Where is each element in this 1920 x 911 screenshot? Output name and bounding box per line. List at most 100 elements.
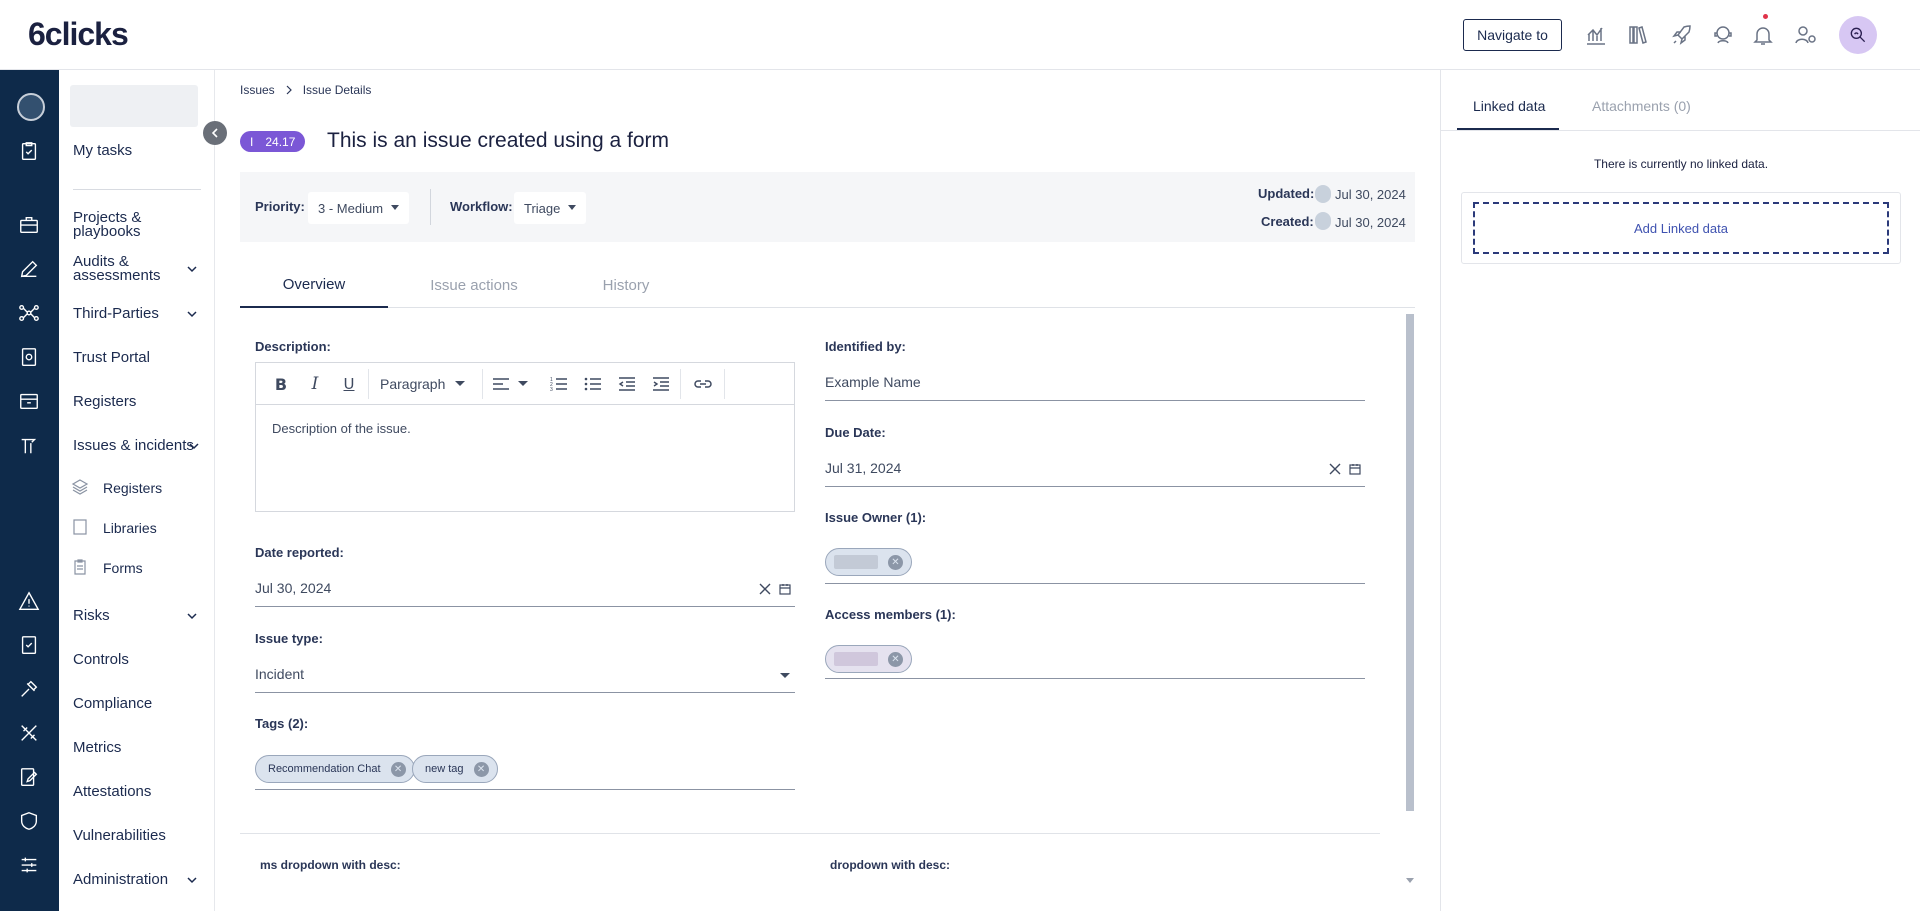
- sidebar-item-audits[interactable]: Audits & assessments: [73, 254, 161, 283]
- sidebar-item-registers[interactable]: Registers: [73, 394, 136, 409]
- attestations-icon[interactable]: [14, 762, 44, 792]
- sidebar-item-controls[interactable]: Controls: [73, 652, 129, 667]
- sidebar-item-my-tasks[interactable]: My tasks: [73, 143, 132, 158]
- tab-overview[interactable]: Overview: [240, 262, 388, 308]
- sidebar-subitem-libraries[interactable]: Libraries: [103, 520, 157, 536]
- align-select[interactable]: [492, 373, 528, 395]
- issue-type-select[interactable]: Incident: [255, 666, 795, 693]
- remove-member-icon[interactable]: ✕: [888, 651, 903, 667]
- sidebar-item-risks[interactable]: Risks: [73, 608, 110, 623]
- edit-icon[interactable]: [14, 254, 44, 284]
- due-date-value: Jul 31, 2024: [825, 460, 902, 476]
- tasks-icon[interactable]: [14, 136, 44, 166]
- briefcase-icon[interactable]: [14, 210, 44, 240]
- description-editor[interactable]: B I U Paragraph 123 Description of the i…: [255, 362, 795, 512]
- chevron-down-icon[interactable]: [185, 873, 199, 887]
- date-reported-value: Jul 30, 2024: [255, 580, 332, 596]
- sidebar-subitem-registers[interactable]: Registers: [103, 480, 162, 496]
- bold-icon[interactable]: B: [270, 373, 292, 395]
- ms-dropdown-label: ms dropdown with desc:: [260, 858, 401, 872]
- analytics-icon[interactable]: [1583, 22, 1609, 48]
- sidebar-item-compliance[interactable]: Compliance: [73, 696, 152, 711]
- link-icon[interactable]: [692, 373, 714, 395]
- collapse-sidebar-button[interactable]: [203, 121, 227, 145]
- issue-badge-letter: I: [250, 134, 254, 149]
- app-logo[interactable]: 6clicks: [28, 16, 129, 53]
- italic-icon[interactable]: I: [304, 373, 326, 395]
- linked-data-panel: Linked data Attachments (0) There is cur…: [1440, 70, 1920, 911]
- chevron-down-icon[interactable]: [187, 439, 201, 453]
- calendar-icon[interactable]: [1349, 463, 1361, 475]
- identified-by-field[interactable]: Example Name: [825, 374, 1365, 401]
- ordered-list-icon[interactable]: 123: [548, 373, 570, 395]
- description-text[interactable]: Description of the issue.: [272, 421, 411, 436]
- administration-icon[interactable]: [14, 850, 44, 880]
- sidebar-item-metrics[interactable]: Metrics: [73, 740, 121, 755]
- remove-tag-icon[interactable]: ✕: [390, 761, 406, 777]
- tab-attachments[interactable]: Attachments (0): [1592, 98, 1691, 114]
- content-scrollbar[interactable]: [1406, 314, 1414, 811]
- profile-icon[interactable]: [1839, 16, 1877, 54]
- tab-issue-actions[interactable]: Issue actions: [398, 262, 550, 308]
- breadcrumb-issues-link[interactable]: Issues: [240, 83, 275, 97]
- sidebar-item-trust-portal[interactable]: Trust Portal: [73, 350, 150, 365]
- sidebar-item-projects[interactable]: Projects & playbooks: [73, 210, 141, 239]
- tab-history[interactable]: History: [550, 262, 702, 308]
- issues-icon[interactable]: [14, 430, 44, 460]
- support-icon[interactable]: [1710, 22, 1736, 48]
- clear-icon[interactable]: [759, 583, 771, 595]
- add-linked-data-button[interactable]: Add Linked data: [1473, 202, 1889, 254]
- top-bar: 6clicks Navigate to: [0, 0, 1920, 70]
- owner-chip: ✕: [825, 548, 912, 576]
- sidebar-item-vulnerabilities[interactable]: Vulnerabilities: [73, 828, 166, 843]
- scroll-down-icon[interactable]: [1406, 878, 1414, 884]
- metrics-icon[interactable]: [14, 718, 44, 748]
- calendar-icon[interactable]: [779, 583, 791, 595]
- tab-linked-data[interactable]: Linked data: [1473, 98, 1545, 114]
- sidebar-item-administration[interactable]: Administration: [73, 872, 168, 887]
- trust-portal-icon[interactable]: [14, 342, 44, 372]
- sidebar-item-third-parties[interactable]: Third-Parties: [73, 306, 159, 321]
- sidebar-subitem-forms[interactable]: Forms: [103, 560, 143, 576]
- chevron-down-icon[interactable]: [185, 609, 199, 623]
- user-settings-icon[interactable]: [1793, 22, 1819, 48]
- identified-by-value: Example Name: [825, 374, 921, 390]
- chevron-down-icon[interactable]: [185, 262, 199, 276]
- date-reported-field[interactable]: Jul 30, 2024: [255, 580, 795, 607]
- risks-icon[interactable]: [14, 586, 44, 616]
- due-date-field[interactable]: Jul 31, 2024: [825, 460, 1365, 487]
- priority-select[interactable]: 3 - Medium: [308, 192, 410, 224]
- bullet-list-icon[interactable]: [582, 373, 604, 395]
- breadcrumb: Issues Issue Details: [240, 83, 371, 97]
- bell-icon[interactable]: [1750, 22, 1776, 48]
- underline-icon[interactable]: U: [338, 373, 360, 395]
- indent-icon[interactable]: [650, 373, 672, 395]
- remove-owner-icon[interactable]: ✕: [888, 554, 903, 570]
- page-title: This is an issue created using a form: [327, 129, 669, 152]
- paragraph-select[interactable]: Paragraph: [380, 373, 466, 395]
- sidebar-item-attestations[interactable]: Attestations: [73, 784, 151, 799]
- workflow-select[interactable]: Triage: [514, 192, 587, 224]
- navigate-to-button[interactable]: Navigate to: [1463, 19, 1562, 51]
- sidebar-item-issues[interactable]: Issues & incidents: [73, 438, 194, 453]
- remove-tag-icon[interactable]: ✕: [473, 761, 489, 777]
- outdent-icon[interactable]: [616, 373, 638, 395]
- clear-icon[interactable]: [1329, 463, 1341, 475]
- registers-icon[interactable]: [14, 386, 44, 416]
- network-icon[interactable]: [14, 298, 44, 328]
- issue-badge-number: 24.17: [265, 134, 296, 149]
- library-icon[interactable]: [1625, 22, 1651, 48]
- breadcrumb-current: Issue Details: [302, 83, 372, 97]
- chevron-down-icon[interactable]: [185, 307, 199, 321]
- description-label: Description:: [255, 339, 331, 354]
- toolbar-separator: [680, 369, 681, 399]
- vulnerabilities-icon[interactable]: [14, 806, 44, 836]
- active-tab-indicator: [1457, 128, 1559, 130]
- rocket-icon[interactable]: [1669, 22, 1695, 48]
- compliance-icon[interactable]: [14, 674, 44, 704]
- tabs-border: [1441, 130, 1920, 131]
- controls-icon[interactable]: [14, 630, 44, 660]
- updated-date: Jul 30, 2024: [1335, 187, 1406, 202]
- issue-owner-label: Issue Owner (1):: [825, 510, 927, 525]
- user-avatar[interactable]: [17, 93, 45, 121]
